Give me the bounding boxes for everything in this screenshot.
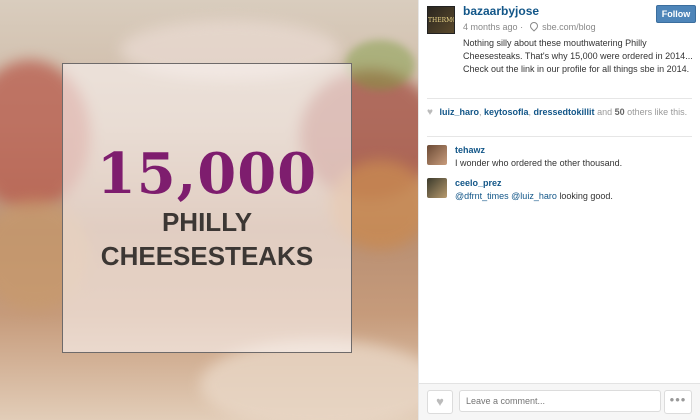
post-time[interactable]: 4 months ago — [463, 22, 518, 32]
herb-garnish — [345, 40, 415, 90]
post-caption: Nothing silly about these mouthwatering … — [463, 38, 693, 74]
like-user[interactable]: dressedtokillit — [534, 107, 595, 117]
more-icon: ••• — [669, 392, 687, 407]
like-button[interactable]: ♥ — [427, 390, 453, 414]
headline-line2: CHEESESTEAKS — [100, 241, 314, 271]
comment-mention[interactable]: @dfrnt_times — [455, 191, 509, 201]
location-pin-icon — [527, 20, 540, 32]
heart-icon: ♥ — [427, 107, 433, 118]
post-location[interactable]: sbe.com/blog — [542, 22, 596, 32]
like-user[interactable]: keytosofla — [484, 107, 529, 117]
likes-summary: ♥ luiz_haro, keytosofla, dressedtokillit… — [427, 106, 693, 119]
likes-and: and — [597, 107, 613, 117]
headline-overlay: 15,000 PHILLY CHEESESTEAKS — [62, 63, 352, 353]
comment-text: I wonder who ordered the other thousand. — [455, 158, 623, 168]
post-meta: 4 months ago · sbe.com/blog — [463, 20, 596, 32]
divider — [427, 98, 692, 99]
profile-avatar[interactable]: THERMO — [427, 6, 455, 34]
like-user[interactable]: luiz_haro — [439, 107, 479, 117]
comment-username[interactable]: ceelo_prez — [455, 178, 502, 188]
comment-body: looking good. — [559, 191, 613, 201]
divider — [427, 136, 692, 137]
comment-username[interactable]: tehawz — [455, 145, 485, 155]
headline-number: 15,000 — [96, 141, 318, 207]
post-sidebar: THERMO bazaarbyjose Follow 4 months ago … — [418, 0, 700, 420]
profile-username[interactable]: bazaarbyjose — [463, 4, 539, 18]
comment-bar: ♥ ••• — [419, 383, 700, 420]
commenter-avatar[interactable] — [427, 178, 447, 198]
meta-separator: · — [520, 22, 524, 32]
follow-button[interactable]: Follow — [656, 5, 696, 23]
headline-line1: PHILLY — [161, 207, 253, 237]
comment-input[interactable] — [459, 390, 661, 412]
commenter-avatar[interactable] — [427, 145, 447, 165]
likes-count[interactable]: 50 — [615, 107, 625, 117]
likes-suffix: others like this. — [627, 107, 688, 117]
heart-icon: ♥ — [436, 394, 444, 409]
post-photo[interactable]: 15,000 PHILLY CHEESESTEAKS — [0, 0, 418, 420]
comment-mention[interactable]: @luiz_haro — [511, 191, 557, 201]
comment-text: @dfrnt_times @luiz_haro looking good. — [455, 191, 613, 201]
more-options-button[interactable]: ••• — [664, 390, 692, 414]
